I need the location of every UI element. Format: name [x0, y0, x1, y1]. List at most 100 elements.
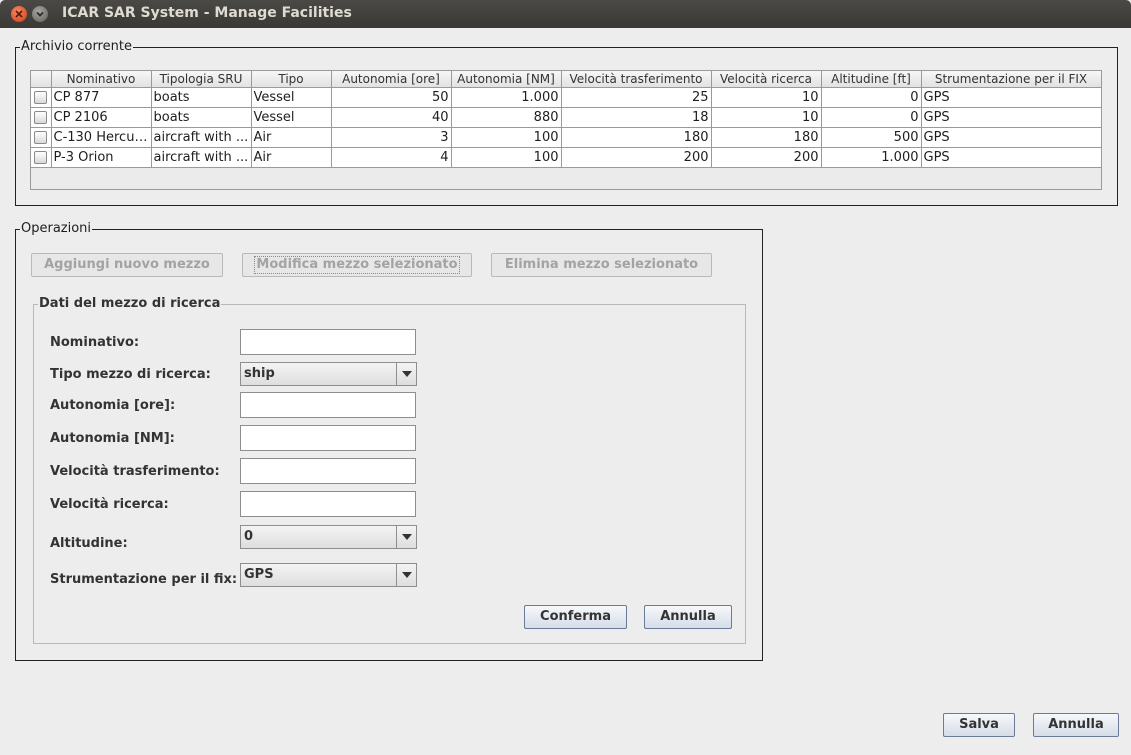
nominativo-input[interactable]: [240, 329, 416, 355]
column-header-altitudine[interactable]: Altitudine [ft]: [821, 71, 922, 88]
cell-autonomia-ore: 4: [331, 147, 452, 168]
column-header-autonomia-nm[interactable]: Autonomia [NM]: [451, 71, 562, 88]
autonomia-nm-label: Autonomia [NM]:: [50, 431, 175, 446]
cell-velocita-ricerca: 200: [711, 147, 822, 168]
cell-autonomia-ore: 3: [331, 127, 452, 148]
altitudine-dropdown-button[interactable]: [396, 526, 416, 548]
cell-velocita-ricerca: 10: [711, 107, 822, 128]
strumentazione-value: GPS: [244, 567, 274, 582]
dialog-cancel-button[interactable]: Annulla: [1033, 713, 1119, 737]
chevron-down-icon: [401, 371, 412, 377]
facility-data-legend: Dati del mezzo di ricerca: [38, 296, 222, 311]
strumentazione-dropdown-button[interactable]: [396, 564, 416, 586]
cell-autonomia-nm: 100: [451, 127, 562, 148]
cell-tipo: Vessel: [251, 107, 332, 128]
column-header-autonomia-ore[interactable]: Autonomia [ore]: [331, 71, 452, 88]
column-header-select[interactable]: [31, 71, 52, 88]
cell-tipologia: aircraft with ...: [151, 127, 252, 148]
chevron-down-icon: [401, 534, 412, 540]
cell-autonomia-ore: 40: [331, 107, 452, 128]
cell-strumentazione: GPS: [921, 87, 1102, 108]
altitudine-label: Altitudine:: [50, 536, 128, 551]
autonomia-ore-label: Autonomia [ore]:: [50, 398, 176, 413]
archive-legend: Archivio corrente: [20, 39, 133, 54]
cell-altitudine: 0: [821, 107, 922, 128]
velocita-trasferimento-label: Velocità trasferimento:: [50, 464, 220, 479]
row-checkbox[interactable]: [34, 150, 48, 164]
cell-tipo: Air: [251, 127, 332, 148]
table-header-row: Nominativo Tipologia SRU Tipo Autonomia …: [31, 71, 1102, 88]
table-row[interactable]: C-130 Hercules aircraft with ... Air 3 1…: [31, 127, 1102, 148]
chevron-down-icon: [401, 572, 412, 578]
cell-velocita-trasferimento: 200: [561, 147, 712, 168]
altitudine-value: 0: [244, 529, 254, 544]
add-facility-button[interactable]: Aggiungi nuovo mezzo: [31, 253, 223, 277]
operations-legend: Operazioni: [20, 221, 93, 236]
table-row[interactable]: CP 877 boats Vessel 50 1.000 25 10 0 GPS: [31, 87, 1102, 108]
cell-nominativo: CP 2106: [51, 107, 152, 128]
autonomia-nm-input[interactable]: [240, 425, 416, 451]
title-bar: ICAR SAR System - Manage Facilities: [0, 0, 1131, 28]
cell-nominativo: C-130 Hercules: [51, 127, 152, 148]
table-row[interactable]: CP 2106 boats Vessel 40 880 18 10 0 GPS: [31, 107, 1102, 128]
cell-altitudine: 1.000: [821, 147, 922, 168]
row-select-cell: [31, 87, 52, 108]
cell-autonomia-nm: 1.000: [451, 87, 562, 108]
row-checkbox[interactable]: [34, 130, 48, 144]
cell-nominativo: P-3 Orion: [51, 147, 152, 168]
strumentazione-select[interactable]: GPS: [240, 563, 417, 587]
autonomia-ore-input[interactable]: [240, 392, 416, 418]
velocita-ricerca-input[interactable]: [240, 491, 416, 517]
column-header-nominativo[interactable]: Nominativo: [51, 71, 152, 88]
cell-velocita-trasferimento: 25: [561, 87, 712, 108]
column-header-tipo[interactable]: Tipo: [251, 71, 332, 88]
window-minimize-button[interactable]: [32, 6, 48, 22]
tipo-mezzo-select[interactable]: ship: [240, 362, 417, 386]
save-button[interactable]: Salva: [943, 713, 1015, 737]
cell-velocita-ricerca: 10: [711, 87, 822, 108]
edit-facility-label: Modifica mezzo selezionato: [254, 256, 460, 274]
row-select-cell: [31, 147, 52, 168]
cell-velocita-ricerca: 180: [711, 127, 822, 148]
cell-tipo: Air: [251, 147, 332, 168]
column-header-velocita-trasferimento[interactable]: Velocità trasferimento: [561, 71, 712, 88]
archive-group: Archivio corrente Nominativo Tipologia S…: [15, 39, 1118, 206]
row-checkbox[interactable]: [34, 110, 48, 124]
form-cancel-button[interactable]: Annulla: [644, 605, 732, 629]
tipo-mezzo-dropdown-button[interactable]: [396, 363, 416, 385]
cell-strumentazione: GPS: [921, 107, 1102, 128]
confirm-button[interactable]: Conferma: [524, 605, 627, 629]
cell-tipologia: boats: [151, 87, 252, 108]
cell-velocita-trasferimento: 180: [561, 127, 712, 148]
cell-autonomia-ore: 50: [331, 87, 452, 108]
column-header-strumentazione[interactable]: Strumentazione per il FIX: [921, 71, 1102, 88]
row-select-cell: [31, 107, 52, 128]
row-select-cell: [31, 127, 52, 148]
velocita-ricerca-label: Velocità ricerca:: [50, 497, 169, 512]
tipo-mezzo-label: Tipo mezzo di ricerca:: [50, 367, 211, 382]
cell-tipologia: aircraft with ...: [151, 147, 252, 168]
cell-strumentazione: GPS: [921, 147, 1102, 168]
edit-facility-button[interactable]: Modifica mezzo selezionato: [242, 253, 472, 277]
cell-altitudine: 0: [821, 87, 922, 108]
facilities-table: Nominativo Tipologia SRU Tipo Autonomia …: [30, 70, 1102, 190]
cell-tipo: Vessel: [251, 87, 332, 108]
window-close-button[interactable]: [11, 6, 27, 22]
minimize-icon: [36, 11, 44, 17]
column-header-tipologia[interactable]: Tipologia SRU: [151, 71, 252, 88]
nominativo-label: Nominativo:: [50, 335, 140, 350]
delete-facility-button[interactable]: Elimina mezzo selezionato: [491, 253, 712, 277]
cell-velocita-trasferimento: 18: [561, 107, 712, 128]
cell-strumentazione: GPS: [921, 127, 1102, 148]
facility-data-group: Dati del mezzo di ricerca Nominativo: Ti…: [33, 296, 746, 644]
operations-group: Operazioni Aggiungi nuovo mezzo Modifica…: [15, 221, 763, 661]
cell-altitudine: 500: [821, 127, 922, 148]
altitudine-select[interactable]: 0: [240, 525, 417, 549]
column-header-velocita-ricerca[interactable]: Velocità ricerca: [711, 71, 822, 88]
row-checkbox[interactable]: [34, 90, 48, 104]
velocita-trasferimento-input[interactable]: [240, 458, 416, 484]
window-title: ICAR SAR System - Manage Facilities: [62, 5, 352, 21]
close-icon: [15, 10, 23, 18]
table-row[interactable]: P-3 Orion aircraft with ... Air 4 100 20…: [31, 147, 1102, 168]
cell-autonomia-nm: 880: [451, 107, 562, 128]
